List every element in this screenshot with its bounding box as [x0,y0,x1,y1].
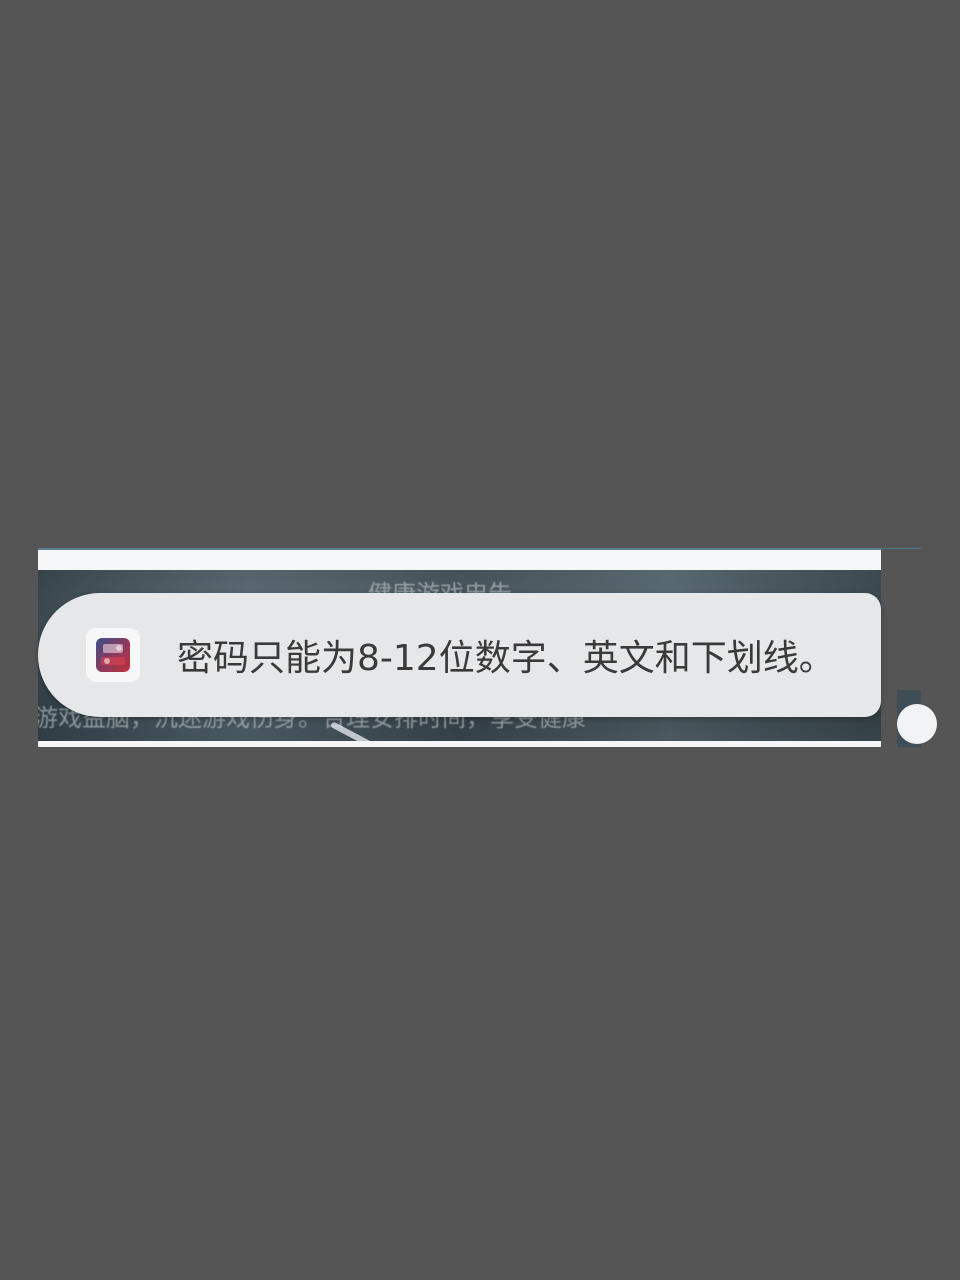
strip-divider [38,548,881,550]
adjacent-panel-edge [881,548,937,747]
toast-message: 密码只能为8-12位数字、英文和下划线。 [177,638,835,679]
game-app-icon [86,628,140,682]
toast-notification: 密码只能为8-12位数字、英文和下划线。 [38,593,881,717]
panel-divider [881,548,921,549]
panel-corner [897,690,937,747]
strip-bottom-edge [38,741,881,747]
